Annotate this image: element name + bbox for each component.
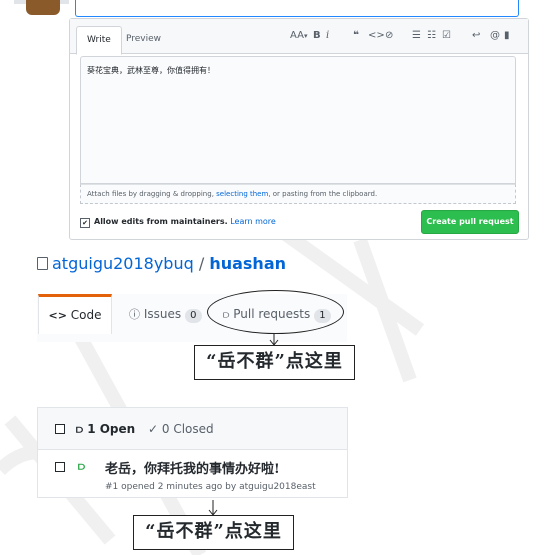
closed-count: 0 Closed bbox=[161, 422, 214, 436]
unordered-list-icon[interactable]: ☰ bbox=[412, 29, 421, 43]
repo-owner-link[interactable]: atguigu2018ybuq bbox=[52, 254, 194, 273]
pr-list-header: ⫐ 1 Open ✓ 0 Closed bbox=[37, 407, 348, 450]
issue-opened-icon: ⓘ bbox=[129, 308, 140, 321]
annotation-callout-pull-requests: “岳不群”点这里 bbox=[194, 345, 355, 380]
select-all-checkbox[interactable] bbox=[55, 424, 65, 434]
repo-name-link[interactable]: huashan bbox=[209, 254, 286, 273]
pr-title-link[interactable]: 老岳，你拜托我的事情办好啦! bbox=[105, 458, 280, 477]
open-filter[interactable]: ⫐ 1 Open bbox=[76, 422, 135, 437]
task-list-icon[interactable]: ☑ bbox=[442, 29, 451, 43]
learn-more-link[interactable]: Learn more bbox=[230, 217, 276, 226]
tab-issues[interactable]: ⓘ Issues 0 bbox=[129, 294, 202, 334]
comment-textarea[interactable]: 葵花宝典，武林至尊，你值得拥有！ bbox=[80, 56, 516, 184]
mention-icon[interactable]: @ bbox=[490, 29, 500, 43]
tab-code-label: Code bbox=[70, 308, 102, 322]
attach-suffix: , or pasting from the clipboard. bbox=[268, 190, 378, 198]
highlight-ellipse bbox=[207, 290, 344, 334]
allow-edits-row: ✔ Allow edits from maintainers. Learn mor… bbox=[80, 217, 276, 228]
allow-edits-label: Allow edits from maintainers. bbox=[94, 217, 228, 226]
top-strip bbox=[0, 0, 558, 18]
avatar bbox=[26, 0, 60, 15]
attach-prefix: Attach files by dragging & dropping, bbox=[87, 190, 217, 198]
title-input[interactable] bbox=[75, 0, 519, 17]
check-icon: ✓ bbox=[148, 422, 159, 436]
pull-request-icon: ⫐ bbox=[76, 422, 84, 436]
tab-issues-label: Issues bbox=[143, 307, 182, 321]
quote-icon[interactable]: ❝ bbox=[353, 29, 359, 43]
tab-preview[interactable]: Preview bbox=[116, 26, 171, 53]
closed-filter[interactable]: ✓ 0 Closed bbox=[148, 422, 214, 436]
ordered-list-icon[interactable]: ☷ bbox=[427, 29, 436, 43]
editor-tabs: Write Preview AA▾ B i ❝ <> ⊘ ☰ ☷ ☑ ↩ @ ▮ bbox=[70, 19, 528, 55]
heading-glyph: AA bbox=[290, 30, 304, 41]
tab-code[interactable]: <> Code bbox=[38, 294, 112, 334]
pr-meta: #1 opened 2 minutes ago by atguigu2018ea… bbox=[105, 482, 316, 492]
issues-counter: 0 bbox=[185, 309, 202, 323]
attach-files-bar[interactable]: Attach files by dragging & dropping, sel… bbox=[80, 184, 516, 204]
repo-icon bbox=[37, 257, 48, 270]
code-icon: <> bbox=[48, 309, 67, 322]
create-pull-request-button[interactable]: Create pull request bbox=[421, 210, 519, 234]
comment-editor: Write Preview AA▾ B i ❝ <> ⊘ ☰ ☷ ☑ ↩ @ ▮… bbox=[69, 18, 529, 240]
annotation-callout-pr-item: “岳不群”点这里 bbox=[133, 515, 294, 550]
repo-separator: / bbox=[193, 254, 210, 273]
heading-icon[interactable]: AA▾ bbox=[290, 29, 307, 43]
select-files-link[interactable]: selecting them bbox=[216, 190, 268, 198]
open-pull-request-icon: ⫐ bbox=[78, 459, 86, 473]
repo-title: atguigu2018ybuq / huashan bbox=[37, 252, 286, 276]
allow-edits-checkbox[interactable]: ✔ bbox=[80, 218, 90, 228]
tab-write[interactable]: Write bbox=[76, 26, 122, 55]
pr-list-item: ⫐ 老岳，你拜托我的事情办好啦! #1 opened 2 minutes ago… bbox=[37, 450, 348, 498]
code-icon[interactable]: <> bbox=[368, 29, 385, 43]
bookmark-icon[interactable]: ▮ bbox=[504, 29, 510, 43]
bold-icon[interactable]: B bbox=[313, 29, 321, 43]
link-icon[interactable]: ⊘ bbox=[385, 29, 393, 43]
pr-checkbox[interactable] bbox=[55, 462, 65, 472]
italic-icon[interactable]: i bbox=[326, 29, 329, 43]
open-count: 1 Open bbox=[87, 422, 136, 436]
reply-icon[interactable]: ↩ bbox=[472, 29, 480, 43]
